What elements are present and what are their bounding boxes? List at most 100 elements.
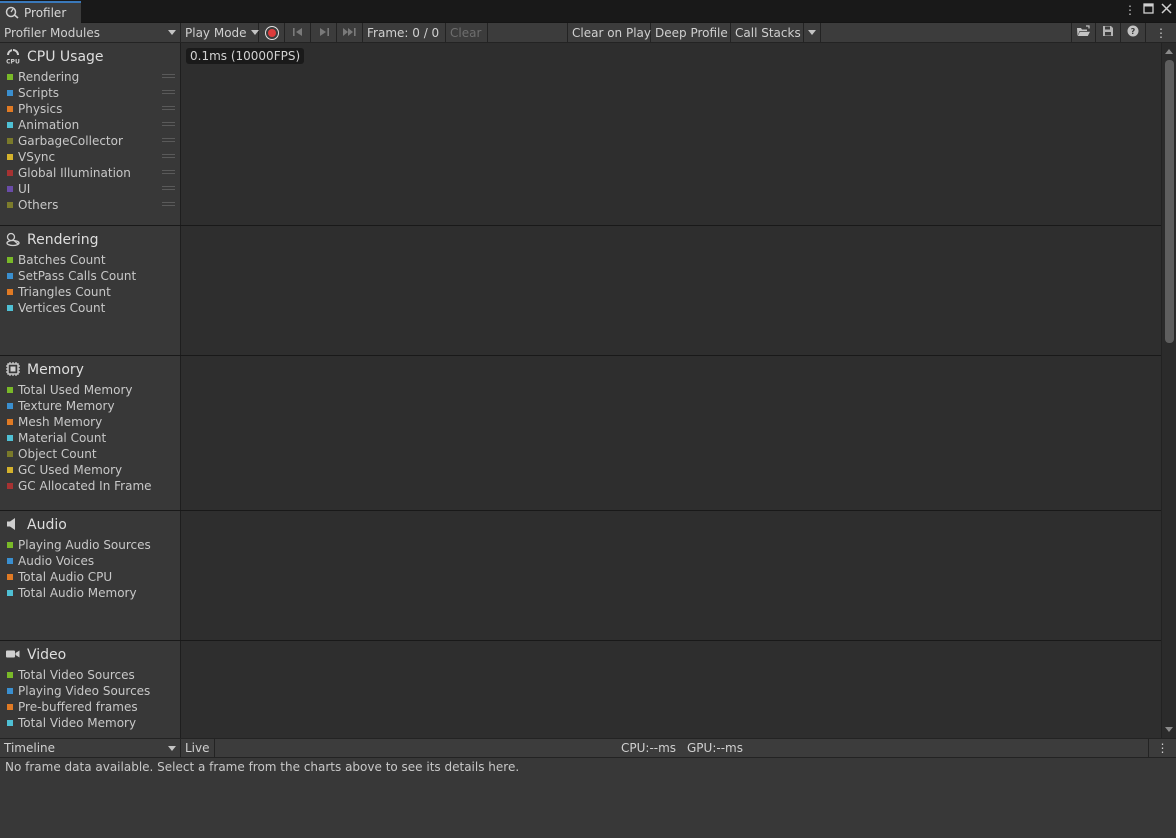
legend-label: GC Allocated In Frame (18, 479, 152, 493)
call-stacks-toggle[interactable]: Call Stacks (731, 23, 804, 42)
scroll-up-arrow-icon[interactable] (1165, 49, 1173, 54)
rendering-chart[interactable] (181, 226, 1161, 355)
chart-scale-label: 0.1ms (10000FPS) (186, 48, 305, 64)
more-options-icon[interactable]: ⋮ (1124, 3, 1136, 17)
legend-item[interactable]: GC Used Memory (0, 462, 180, 478)
step-back-icon (292, 26, 304, 40)
legend-color-swatch (7, 451, 13, 457)
save-button[interactable] (1096, 23, 1121, 42)
module-video[interactable]: Video Total Video Sources Playing Video S… (0, 641, 1161, 738)
scroll-down-arrow-icon[interactable] (1165, 727, 1173, 732)
legend-label: GC Used Memory (18, 463, 123, 477)
legend-item[interactable]: Object Count (0, 446, 180, 462)
legend-item[interactable]: Material Count (0, 430, 180, 446)
legend-color-swatch (7, 90, 13, 96)
more-options-icon: ⋮ (1156, 741, 1169, 755)
module-cpu-usage[interactable]: CPU CPU Usage Rendering Scripts Physics Ani… (0, 43, 1161, 226)
drag-handle-icon[interactable] (162, 154, 175, 158)
legend-item[interactable]: Animation (0, 117, 180, 133)
drag-handle-icon[interactable] (162, 202, 175, 206)
legend-item[interactable]: Playing Audio Sources (0, 537, 180, 553)
legend-item[interactable]: Mesh Memory (0, 414, 180, 430)
drag-handle-icon[interactable] (162, 186, 175, 190)
legend-label: Pre-buffered frames (18, 700, 138, 714)
view-type-dropdown[interactable]: Timeline (0, 739, 181, 757)
legend-item[interactable]: Audio Voices (0, 553, 180, 569)
legend-item[interactable]: Pre-buffered frames (0, 699, 180, 715)
clear-button[interactable]: Clear (445, 23, 488, 42)
modules-scrollbar[interactable] (1161, 43, 1176, 738)
legend-item[interactable]: Texture Memory (0, 398, 180, 414)
help-button[interactable]: ? (1121, 23, 1146, 42)
legend-label: Rendering (18, 70, 80, 84)
target-dropdown[interactable]: Play Mode (181, 23, 259, 42)
live-toggle[interactable]: Live (181, 739, 215, 757)
legend-color-swatch (7, 202, 13, 208)
legend-item[interactable]: SetPass Calls Count (0, 268, 180, 284)
profiler-tab[interactable]: Profiler (0, 1, 81, 23)
audio-chart[interactable] (181, 511, 1161, 640)
deep-profile-toggle[interactable]: Deep Profile (651, 23, 731, 42)
legend-label: Total Video Memory (18, 716, 137, 730)
module-audio[interactable]: Audio Playing Audio Sources Audio Voices T… (0, 511, 1161, 641)
memory-chart[interactable] (181, 356, 1161, 510)
module-title: Video (27, 647, 67, 663)
legend-label: Scripts (18, 86, 60, 100)
record-button[interactable] (259, 23, 285, 42)
cpu-icon: CPU (5, 48, 21, 67)
scrollbar-thumb[interactable] (1165, 60, 1174, 343)
legend-item[interactable]: UI (0, 181, 180, 197)
legend-item[interactable]: Total Video Sources (0, 667, 180, 683)
video-camera-icon (5, 646, 21, 665)
no-frame-data-message: No frame data available. Select a frame … (5, 760, 520, 774)
module-memory[interactable]: Memory Total Used Memory Texture Memory Me… (0, 356, 1161, 511)
details-more-button[interactable]: ⋮ (1148, 739, 1176, 757)
legend-item[interactable]: Others (0, 197, 180, 213)
legend-item[interactable]: Global Illumination (0, 165, 180, 181)
profiler-modules-dropdown[interactable]: Profiler Modules (0, 23, 181, 42)
legend-label: Triangles Count (18, 285, 111, 299)
legend-item[interactable]: Scripts (0, 85, 180, 101)
call-stacks-dropdown[interactable] (804, 23, 821, 42)
drag-handle-icon[interactable] (162, 74, 175, 78)
legend-label: Total Audio Memory (18, 586, 137, 600)
legend-item[interactable]: Total Audio Memory (0, 585, 180, 601)
legend-color-swatch (7, 186, 13, 192)
legend-item[interactable]: VSync (0, 149, 180, 165)
legend-label: Physics (18, 102, 63, 116)
toolbar-more-button[interactable]: ⋮ (1146, 23, 1176, 42)
load-button[interactable] (1071, 23, 1096, 42)
drag-handle-icon[interactable] (162, 106, 175, 110)
legend-item[interactable]: Batches Count (0, 252, 180, 268)
speaker-icon (5, 516, 21, 535)
legend-item[interactable]: Total Used Memory (0, 382, 180, 398)
drag-handle-icon[interactable] (162, 90, 175, 94)
legend-color-swatch (7, 289, 13, 295)
drag-handle-icon[interactable] (162, 170, 175, 174)
legend-item[interactable]: GC Allocated In Frame (0, 478, 180, 494)
legend-item[interactable]: Vertices Count (0, 300, 180, 316)
drag-handle-icon[interactable] (162, 138, 175, 142)
legend-item[interactable]: Rendering (0, 69, 180, 85)
last-frame-button[interactable] (337, 23, 363, 42)
legend-item[interactable]: Triangles Count (0, 284, 180, 300)
legend-item[interactable]: Total Video Memory (0, 715, 180, 731)
previous-frame-button[interactable] (285, 23, 311, 42)
module-rendering[interactable]: Rendering Batches Count SetPass Calls Cou… (0, 226, 1161, 356)
next-frame-button[interactable] (311, 23, 337, 42)
legend-label: GarbageCollector (18, 134, 123, 148)
clear-on-play-toggle[interactable]: Clear on Play (567, 23, 651, 42)
cpu-usage-chart[interactable]: 0.1ms (10000FPS) (181, 43, 1161, 225)
legend-item[interactable]: Playing Video Sources (0, 683, 180, 699)
maximize-icon[interactable] (1142, 3, 1154, 17)
close-icon[interactable] (1160, 3, 1172, 17)
legend-item[interactable]: GarbageCollector (0, 133, 180, 149)
video-chart[interactable] (181, 641, 1161, 738)
window-title-bar: Profiler ⋮ (0, 0, 1176, 23)
drag-handle-icon[interactable] (162, 122, 175, 126)
module-legend: Total Video Sources Playing Video Sources… (0, 667, 180, 731)
module-title: Rendering (27, 232, 99, 248)
legend-item[interactable]: Physics (0, 101, 180, 117)
profiler-modules-area: CPU CPU Usage Rendering Scripts Physics Ani… (0, 43, 1176, 738)
legend-item[interactable]: Total Audio CPU (0, 569, 180, 585)
